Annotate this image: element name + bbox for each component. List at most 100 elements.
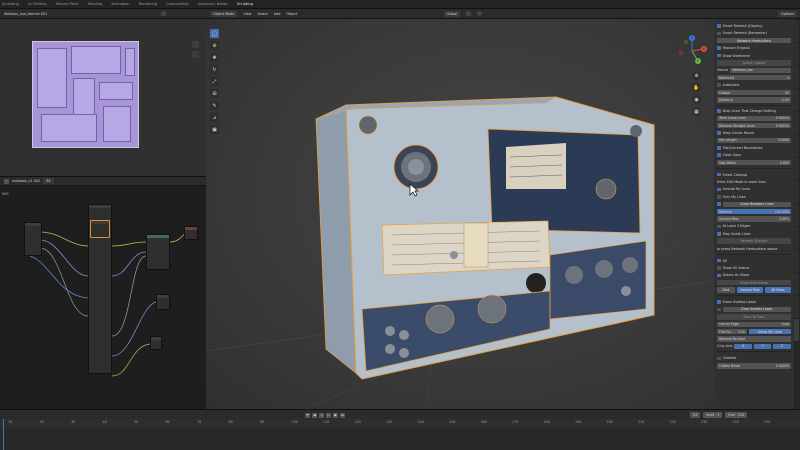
move-icon[interactable]: ✥ — [210, 53, 219, 62]
clean-between-lines-button[interactable]: Clean Between Lines — [722, 201, 791, 207]
drop-useless-loops-checkbox[interactable] — [717, 307, 721, 312]
image-name-field[interactable]: Walkbox_low_Normal.001 — [4, 12, 47, 16]
remesh-sidebar[interactable]: Smart Remesh (Display) Smart Remesh (Rem… — [714, 19, 794, 409]
image-pin-icon[interactable] — [161, 11, 166, 16]
shader-editor-icon[interactable] — [4, 178, 9, 184]
workspace-tab-compositing[interactable]: Compositing — [166, 2, 189, 6]
mix-node[interactable] — [156, 294, 170, 310]
sharp-my-lines-button[interactable]: Sharp My Lines — [749, 328, 791, 335]
workspace-tab-uv-editing[interactable]: UV Editing — [28, 2, 47, 6]
show-uv-seams-checkbox[interactable] — [717, 266, 721, 270]
workspace-tab-geometry-nodes[interactable]: Geometry Nodes — [198, 2, 228, 6]
rotate-icon[interactable]: ↻ — [210, 65, 219, 74]
weld-close-lines-field[interactable]: Weld Close Lines 0.00010 — [717, 115, 791, 121]
sidebar-tab[interactable] — [794, 112, 799, 134]
navigation-gizmo[interactable]: X Y Z — [676, 35, 708, 67]
view-menu[interactable]: View — [243, 12, 251, 16]
chamfer-checkbox[interactable] — [717, 356, 721, 361]
playhead[interactable] — [3, 419, 4, 450]
sidebar-tab-active[interactable] — [794, 319, 799, 341]
timeline[interactable]: 10 20 30 40 50 60 70 80 90 100 110 120 130 140 150 160 1… — [0, 419, 800, 450]
stay-inside-lines-checkbox[interactable] — [717, 231, 721, 236]
sidebar-tab[interactable] — [794, 273, 799, 295]
add-cube-icon[interactable]: ▣ — [210, 125, 219, 134]
material-user-count[interactable]: 94 — [43, 178, 54, 184]
object-menu[interactable]: Object — [286, 12, 297, 16]
sidebar-tab[interactable] — [794, 89, 799, 111]
transform-icon[interactable]: ⊞ — [210, 89, 219, 98]
uv-editor[interactable] — [0, 19, 206, 176]
replace-original-checkbox[interactable] — [717, 46, 721, 50]
show-wireframe-checkbox[interactable] — [717, 53, 721, 58]
principled-bsdf-node[interactable] — [146, 234, 170, 270]
include-my-lines-checkbox[interactable] — [717, 187, 721, 192]
play-icon[interactable]: ▷ — [326, 412, 331, 418]
sidebar-tab[interactable] — [794, 20, 799, 42]
grid-button[interactable]: Grid — [717, 287, 735, 293]
sidebar-tab[interactable] — [794, 43, 799, 65]
sidebar-tab[interactable] — [794, 227, 799, 249]
drop-lines-checkbox[interactable] — [717, 109, 721, 113]
mode-selector[interactable]: Object Mode — [210, 10, 238, 17]
jump-end-icon[interactable]: ⏭ — [340, 412, 345, 418]
grid-view-icon[interactable]: ▦ — [692, 107, 701, 116]
pan-icon[interactable] — [192, 51, 199, 58]
source-field[interactable]: Walkbox_low — [730, 67, 791, 74]
workspace-tab-sculpting[interactable]: Sculpting — [2, 2, 19, 6]
min-length-field[interactable]: Min Length 3.0000 — [717, 137, 791, 144]
automatic-checkbox[interactable] — [717, 83, 721, 87]
keep-circles-checkbox[interactable] — [717, 131, 721, 135]
normal-map-node[interactable] — [150, 336, 162, 350]
material-output-node[interactable] — [184, 226, 198, 240]
remesh-sharpen-button[interactable]: Remesh Sharpen — [717, 238, 791, 244]
workspace-tab-animation[interactable]: Animation — [111, 2, 129, 6]
workspace-tab-scripting[interactable]: Scripting — [237, 2, 253, 6]
end-frame-field[interactable]: End 250 — [725, 412, 747, 418]
add-menu[interactable]: Add — [274, 12, 281, 16]
snap-icon[interactable] — [466, 11, 472, 16]
transform-orientation[interactable]: Global — [443, 10, 461, 17]
node-editor[interactable]: 009 — [0, 186, 206, 410]
cursor-tool-icon[interactable]: ⊕ — [210, 41, 219, 50]
jump-start-icon[interactable]: ⏮ — [305, 412, 310, 418]
cancel-edge-dropdown[interactable]: Cancel Edge Auto — [717, 321, 791, 327]
workspace-tab-texture-paint[interactable]: Texture Paint — [56, 2, 79, 6]
flat-boundaries-checkbox[interactable] — [717, 146, 721, 150]
network-hardsurface-button[interactable]: Network Hardsurface — [717, 38, 791, 44]
current-frame-field[interactable]: 24 — [690, 412, 701, 418]
all-maps-button[interactable]: All Maps — [765, 287, 791, 293]
measure-icon[interactable]: ⊿ — [210, 113, 219, 122]
next-keyframe-icon[interactable]: ▶ — [333, 412, 338, 418]
hand-pan-icon[interactable]: ✋ — [692, 83, 701, 92]
at-least-checkbox[interactable] — [717, 224, 721, 229]
proportional-edit-icon[interactable] — [477, 11, 483, 16]
gap-match-field[interactable]: Gap Match 0.000 — [717, 159, 791, 166]
close-gaps-checkbox[interactable] — [717, 153, 721, 158]
seam-from-sharp-button[interactable]: Seam From Sharp — [717, 280, 791, 286]
drop-useless-loops-button[interactable]: Drop Useless Loops — [722, 306, 791, 313]
remove-straight-lines-field[interactable]: Remove Straight Lines 0.00010 — [717, 122, 791, 129]
only-my-lines-checkbox[interactable] — [717, 195, 721, 199]
second-pass-slider[interactable]: Second Pass 0.00% — [717, 216, 791, 222]
select-box-icon[interactable]: ▢ — [210, 29, 219, 38]
normal-map-button[interactable]: Normal Map — [737, 287, 763, 293]
sidebar-tab[interactable] — [794, 66, 799, 88]
prev-keyframe-icon[interactable]: ◀ — [312, 412, 317, 418]
sidebar-tab[interactable] — [794, 181, 799, 203]
axis-y-toggle[interactable]: Y — [753, 343, 772, 350]
sidebar-tab[interactable] — [794, 250, 799, 272]
smart-remesh-display-checkbox[interactable] — [717, 24, 721, 28]
crease-field[interactable]: Crease 40 — [717, 89, 791, 96]
select-menu[interactable]: Select — [257, 12, 267, 16]
play-reverse-icon[interactable]: ◁ — [319, 412, 324, 418]
sidebar-tab[interactable] — [794, 135, 799, 157]
zoom-icon[interactable] — [192, 41, 199, 48]
scale-icon[interactable]: ⤢ — [210, 77, 219, 86]
smart-cleanup-checkbox[interactable] — [717, 172, 721, 177]
clean-between-lines-checkbox[interactable] — [717, 202, 721, 206]
reverse-slider[interactable]: Reverse 100.00% — [717, 208, 791, 215]
sidebar-tab[interactable] — [794, 204, 799, 226]
smart-remesh-remesher-checkbox[interactable] — [717, 31, 721, 36]
sidebar-tab[interactable] — [794, 296, 799, 318]
select-closest-button[interactable]: Select Closest — [717, 60, 791, 66]
